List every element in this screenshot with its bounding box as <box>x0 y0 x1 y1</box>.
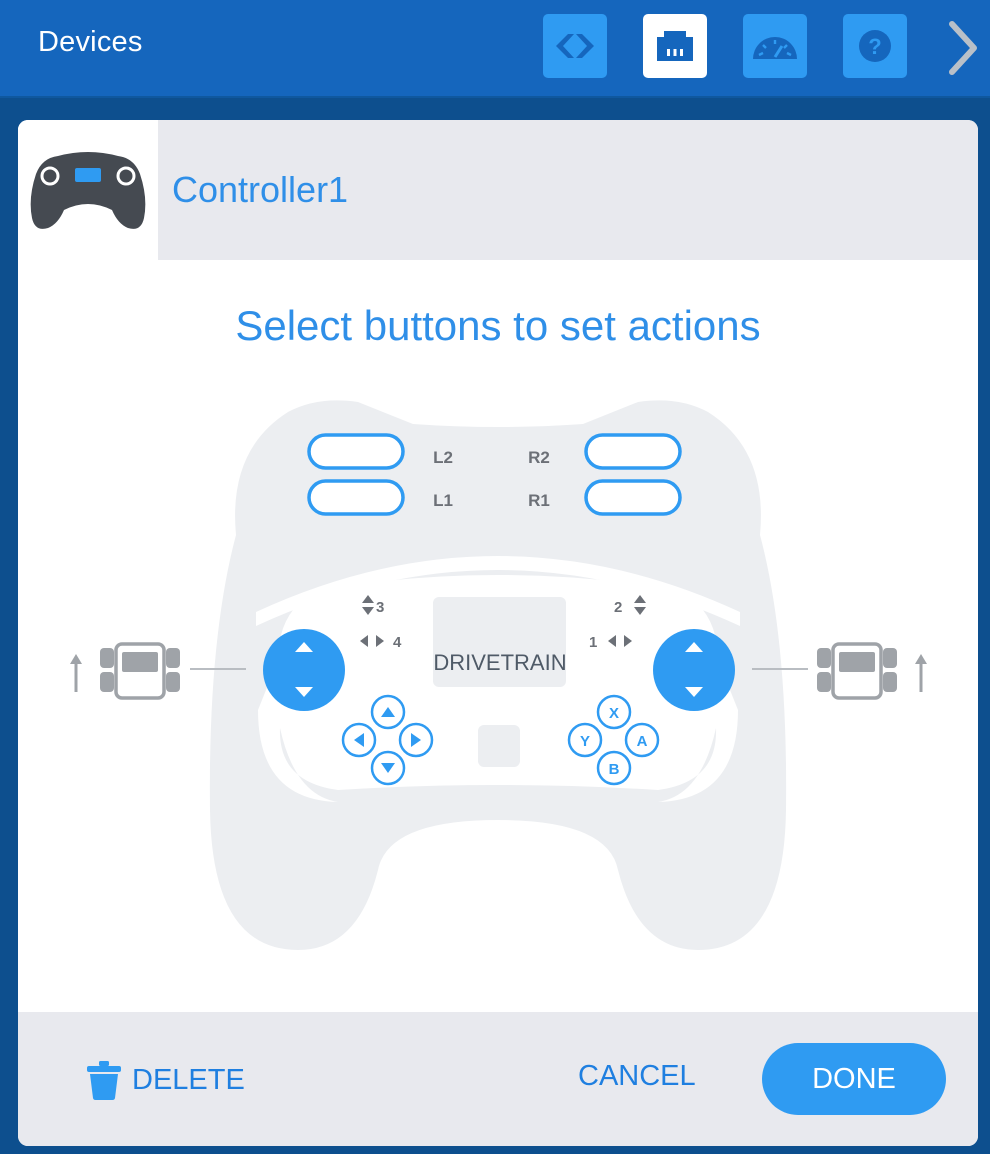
device-tile[interactable] <box>18 120 158 260</box>
top-bar: Devices ? <box>0 0 990 96</box>
cancel-button[interactable]: CANCEL <box>578 1060 696 1093</box>
ports-icon <box>657 31 693 61</box>
right-joystick[interactable] <box>653 629 735 711</box>
device-name[interactable]: Controller1 <box>172 169 348 211</box>
screen-label: DRIVETRAIN <box>433 650 566 675</box>
chevron-right-icon <box>949 21 977 75</box>
footer-bar: DELETE CANCEL DONE <box>18 1012 978 1146</box>
help-icon: ? <box>859 30 891 62</box>
dashboard-gauge-icon <box>753 37 797 59</box>
l2-label: L2 <box>433 448 453 467</box>
a-label: A <box>637 733 648 750</box>
axis4-label: 4 <box>393 634 402 651</box>
done-button[interactable]: DONE <box>762 1043 946 1115</box>
left-drivetrain-icon <box>70 642 180 700</box>
ports-button[interactable] <box>643 14 707 78</box>
trash-icon <box>87 1061 121 1100</box>
left-joystick[interactable] <box>263 629 345 711</box>
right-drivetrain-icon <box>817 642 927 700</box>
l1-button[interactable] <box>307 479 405 516</box>
r1-label: R1 <box>528 491 550 510</box>
help-button[interactable]: ? <box>843 14 907 78</box>
r2-label: R2 <box>528 448 550 467</box>
code-icon <box>556 34 594 58</box>
axis1-label: 1 <box>589 634 597 651</box>
delete-label: DELETE <box>132 1063 245 1096</box>
code-button[interactable] <box>543 14 607 78</box>
device-config-panel: Controller1 Select buttons to set action… <box>18 120 978 1146</box>
svg-text:?: ? <box>868 34 881 59</box>
x-label: X <box>609 705 619 722</box>
dashboard-button[interactable] <box>743 14 807 78</box>
r2-button[interactable] <box>584 433 682 470</box>
gamepad-icon <box>30 152 146 229</box>
delete-button[interactable]: DELETE <box>86 1054 245 1106</box>
axis2-label: 2 <box>614 599 622 616</box>
instruction-text: Select buttons to set actions <box>235 302 761 349</box>
controller-diagram: L2 L1 R2 R1 3 4 2 1 DRIVETRAIN X Y A B <box>70 400 927 950</box>
axis3-label: 3 <box>376 599 384 616</box>
l1-label: L1 <box>433 491 453 510</box>
center-button <box>478 725 520 767</box>
r1-button[interactable] <box>584 479 682 516</box>
l2-button[interactable] <box>307 433 405 470</box>
page-title: Devices <box>38 26 143 58</box>
next-button[interactable] <box>934 16 990 80</box>
b-label: B <box>609 761 620 778</box>
device-header: Controller1 <box>18 120 978 260</box>
y-label: Y <box>580 733 590 750</box>
